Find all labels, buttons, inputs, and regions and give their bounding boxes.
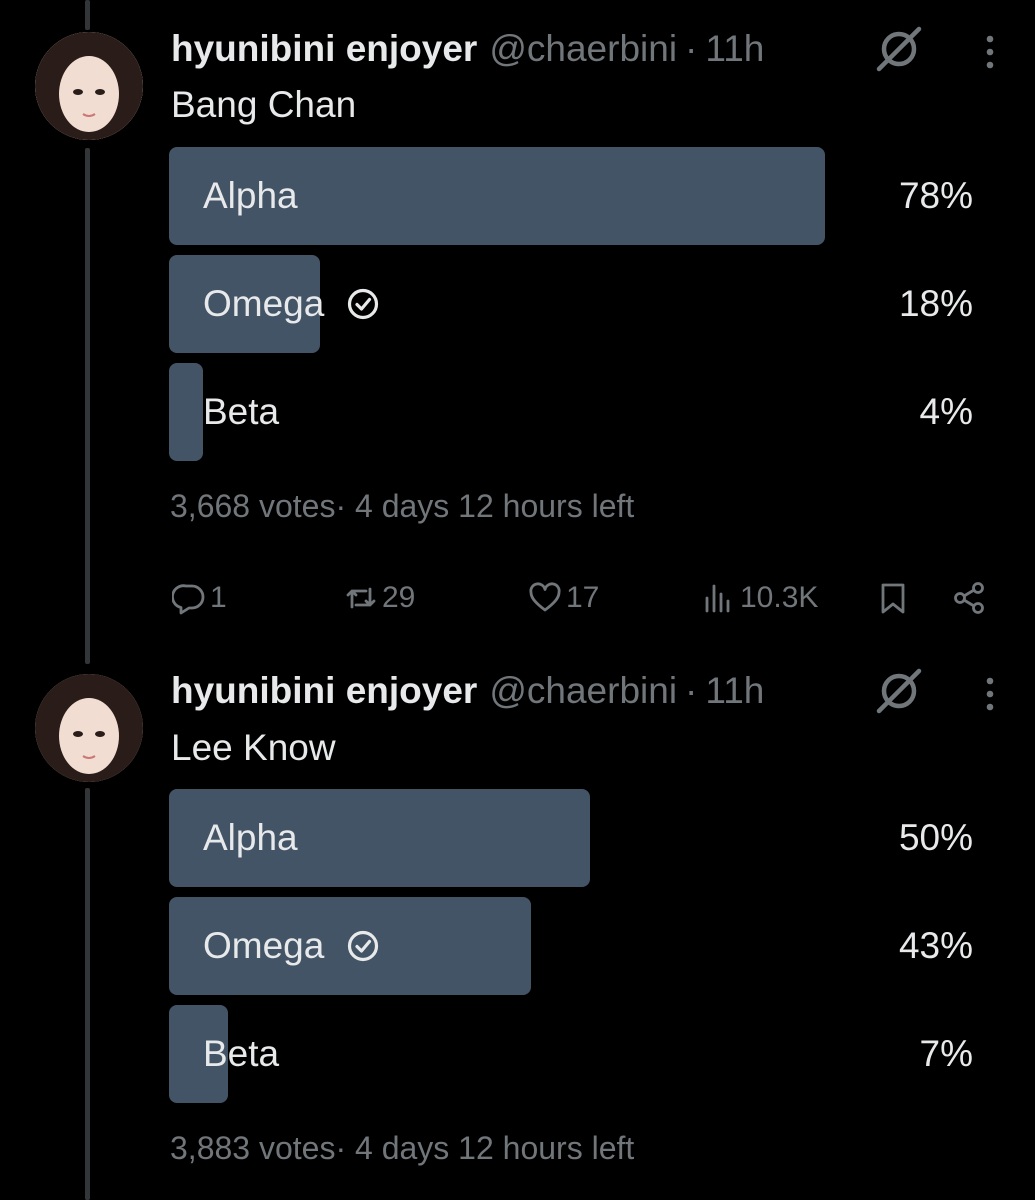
like-count: 17 bbox=[566, 581, 600, 614]
grok-icon[interactable] bbox=[872, 664, 926, 718]
poll-option-percent: 43% bbox=[898, 925, 973, 966]
share-button[interactable] bbox=[952, 573, 986, 623]
author-name[interactable]: hyunibini enjoyer bbox=[171, 28, 477, 70]
timestamp[interactable]: 11h bbox=[705, 670, 764, 712]
poll-option-percent: 7% bbox=[919, 1033, 973, 1074]
repost-count: 29 bbox=[382, 581, 416, 614]
poll-option-percent: 18% bbox=[898, 283, 973, 324]
views-count: 10.3K bbox=[740, 581, 819, 614]
poll-option-label: Beta bbox=[203, 1033, 280, 1074]
poll-option-label: Omega bbox=[203, 255, 380, 353]
repost-button[interactable]: 29 bbox=[344, 573, 415, 623]
poll-option-percent: 4% bbox=[919, 391, 973, 432]
tweet-text: Lee Know bbox=[171, 727, 336, 768]
reply-count: 1 bbox=[210, 581, 227, 614]
check-circle-icon bbox=[348, 288, 379, 320]
poll-option-percent: 78% bbox=[898, 175, 973, 216]
poll-option: Omega 43% bbox=[169, 897, 979, 995]
action-bar: 1 29 17 10.3K bbox=[170, 573, 1000, 623]
tweet-text: Bang Chan bbox=[171, 84, 357, 125]
more-icon[interactable] bbox=[976, 32, 1004, 72]
poll-option: Beta 7% bbox=[169, 1005, 979, 1103]
tweet-header: hyunibini enjoyer @chaerbini · 11h bbox=[171, 670, 764, 714]
poll-option: Alpha 50% bbox=[169, 789, 979, 887]
views-button[interactable]: 10.3K bbox=[702, 573, 818, 623]
more-icon[interactable] bbox=[976, 674, 1004, 714]
poll-option-percent: 50% bbox=[898, 817, 973, 858]
reply-icon bbox=[172, 584, 205, 615]
like-button[interactable]: 17 bbox=[528, 573, 599, 623]
author-handle[interactable]: @chaerbini bbox=[489, 28, 677, 70]
views-icon bbox=[705, 584, 730, 613]
grok-icon[interactable] bbox=[872, 22, 926, 76]
avatar[interactable] bbox=[35, 32, 143, 140]
avatar[interactable] bbox=[35, 674, 143, 782]
header-separator: · bbox=[685, 28, 698, 69]
poll-meta: 3,883 votes· 4 days 12 hours left bbox=[170, 1130, 635, 1166]
poll-option-label: Alpha bbox=[203, 817, 298, 858]
poll-option: Alpha 78% bbox=[169, 147, 979, 245]
header-separator: · bbox=[685, 670, 698, 711]
bookmark-button[interactable] bbox=[876, 573, 910, 623]
poll-bar bbox=[169, 363, 203, 461]
check-circle-icon bbox=[348, 930, 379, 962]
poll-option: Omega 18% bbox=[169, 255, 979, 353]
heart-icon bbox=[529, 582, 561, 612]
poll-meta: 3,668 votes· 4 days 12 hours left bbox=[170, 488, 635, 524]
reply-button[interactable]: 1 bbox=[172, 573, 227, 623]
poll-option-label: Omega bbox=[203, 897, 380, 995]
author-name[interactable]: hyunibini enjoyer bbox=[171, 670, 477, 712]
poll-option: Beta 4% bbox=[169, 363, 979, 461]
share-icon bbox=[954, 582, 984, 614]
author-handle[interactable]: @chaerbini bbox=[489, 670, 677, 712]
poll-option-label: Alpha bbox=[203, 175, 298, 216]
tweet[interactable]: hyunibini enjoyer @chaerbini · 11h Bang … bbox=[0, 0, 1035, 650]
bookmark-icon bbox=[881, 583, 905, 614]
tweet[interactable]: hyunibini enjoyer @chaerbini · 11h Lee K… bbox=[0, 650, 1035, 1200]
poll-option-label: Beta bbox=[203, 391, 280, 432]
timestamp[interactable]: 11h bbox=[705, 28, 764, 70]
tweet-header: hyunibini enjoyer @chaerbini · 11h bbox=[171, 28, 764, 72]
repost-icon bbox=[346, 587, 376, 609]
